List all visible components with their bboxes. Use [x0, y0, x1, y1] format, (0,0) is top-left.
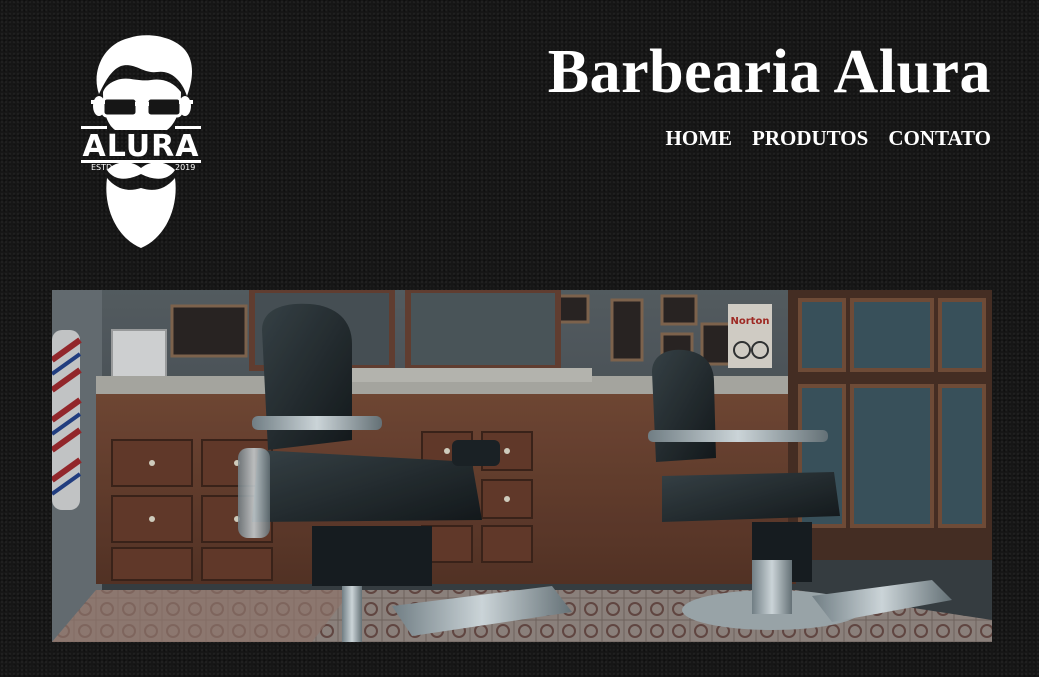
nav-link-contato[interactable]: CONTATO: [888, 126, 991, 150]
barbershop-interior-image: Norton: [52, 290, 992, 642]
nav-link-produtos[interactable]: PRODUTOS: [752, 126, 868, 150]
alura-logo[interactable]: ALURA ESTD 2019: [77, 32, 205, 252]
main-nav: HOME PRODUTOS CONTATO: [666, 124, 992, 152]
nav-item-contato: CONTATO: [888, 124, 991, 152]
logo-year-text: 2019: [175, 163, 195, 172]
nav-link-home[interactable]: HOME: [666, 126, 733, 150]
logo-brand-text: ALURA: [83, 129, 200, 164]
nav-item-home: HOME: [666, 124, 733, 152]
barbershop-banner: Norton: [52, 290, 992, 642]
nav-item-produtos: PRODUTOS: [752, 124, 868, 152]
site-header: ALURA ESTD 2019 Barbearia Alura HOME PRO…: [0, 0, 1039, 270]
bearded-man-logo-icon: ALURA ESTD 2019: [81, 35, 201, 248]
site-title: Barbearia Alura: [547, 38, 991, 106]
logo-estd-text: ESTD: [91, 163, 112, 172]
